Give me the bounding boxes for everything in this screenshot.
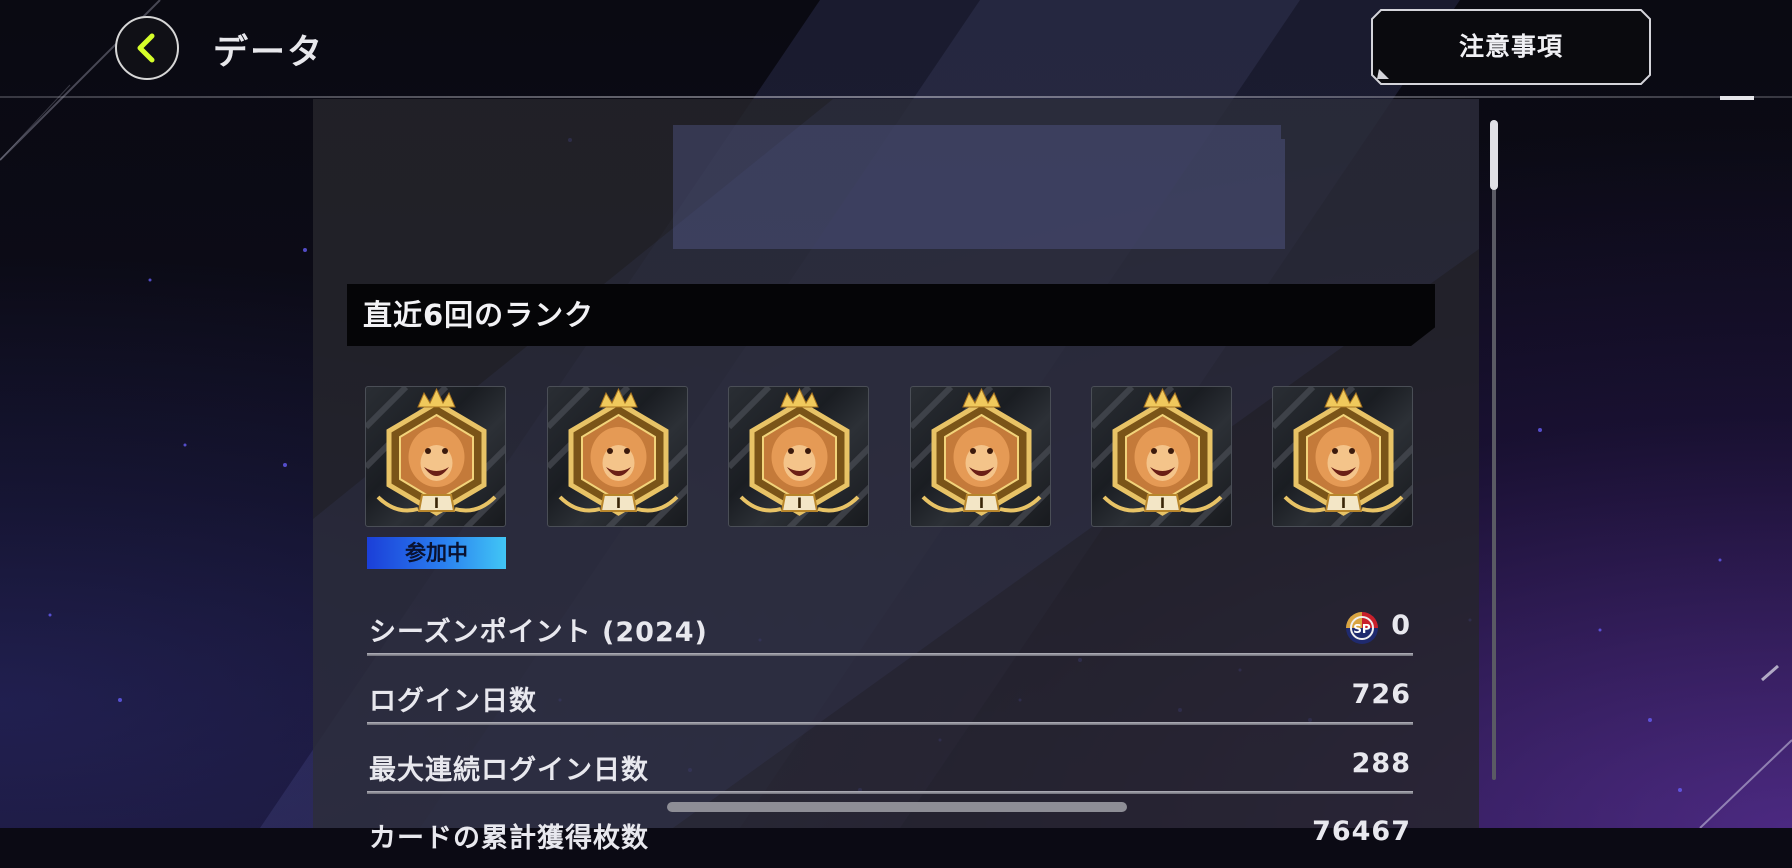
lion-rank-emblem-icon: I <box>548 387 687 526</box>
stat-divider <box>367 653 1413 656</box>
page-title: データ <box>213 33 325 73</box>
lion-rank-emblem-icon: I <box>729 387 868 526</box>
lion-rank-emblem-icon: I <box>911 387 1050 526</box>
scrollbar-track[interactable] <box>1492 120 1496 780</box>
stat-row-season-points: シーズンポイント (2024) SP 0 <box>367 600 1413 662</box>
stat-value: 76467 <box>1312 816 1411 847</box>
rank-icon-5[interactable]: I <box>1091 386 1232 527</box>
stat-row-login-days: ログイン日数 726 <box>367 669 1413 731</box>
chevron-left-icon <box>137 33 155 63</box>
rank-numeral: I <box>1160 496 1165 512</box>
rank-numeral: I <box>616 496 621 512</box>
corner-mark <box>1720 96 1754 100</box>
stat-label: ログイン日数 <box>369 686 537 717</box>
season-point-icon: SP <box>1346 612 1378 644</box>
notes-button-label: 注意事項 <box>1458 32 1563 61</box>
rank-numeral: I <box>797 496 802 512</box>
stat-value: 288 <box>1351 748 1411 779</box>
home-indicator[interactable] <box>667 802 1127 812</box>
notes-button[interactable]: 注意事項 <box>1371 9 1651 85</box>
rank-numeral: I <box>434 496 439 512</box>
header-divider <box>0 96 1792 98</box>
rank-icon-4[interactable]: I <box>910 386 1051 527</box>
stat-label: カードの累計獲得枚数 <box>369 823 649 854</box>
rank-icon-1[interactable]: I <box>365 386 506 527</box>
stat-divider <box>367 722 1413 725</box>
header: データ 注意事項 <box>0 0 1792 96</box>
stat-value: 0 <box>1391 610 1411 641</box>
stat-value: 726 <box>1351 679 1411 710</box>
scrollbar-thumb[interactable] <box>1490 120 1498 190</box>
lion-rank-emblem-icon: I <box>1273 387 1412 526</box>
participating-badge: 参加中 <box>367 537 506 569</box>
back-button[interactable] <box>115 16 179 80</box>
rank-icon-3[interactable]: I <box>728 386 869 527</box>
lion-rank-emblem-icon: I <box>1092 387 1231 526</box>
recent-ranks-heading: 直近6回のランク <box>347 284 1435 346</box>
stat-row-max-consecutive-login: 最大連続ログイン日数 288 <box>367 738 1413 800</box>
rank-icon-6[interactable]: I <box>1272 386 1413 527</box>
rank-numeral: I <box>979 496 984 512</box>
recent-ranks-heading-label: 直近6回のランク <box>363 298 595 332</box>
stat-divider <box>367 791 1413 794</box>
rank-icon-2[interactable]: I <box>547 386 688 527</box>
stat-label: 最大連続ログイン日数 <box>369 755 649 786</box>
stat-label: シーズンポイント (2024) <box>369 617 708 648</box>
rank-numeral: I <box>1341 496 1346 512</box>
svg-text:SP: SP <box>1353 622 1371 636</box>
stat-row-total-cards: カードの累計獲得枚数 76467 <box>367 806 1413 868</box>
lion-rank-emblem-icon: I <box>366 387 505 526</box>
